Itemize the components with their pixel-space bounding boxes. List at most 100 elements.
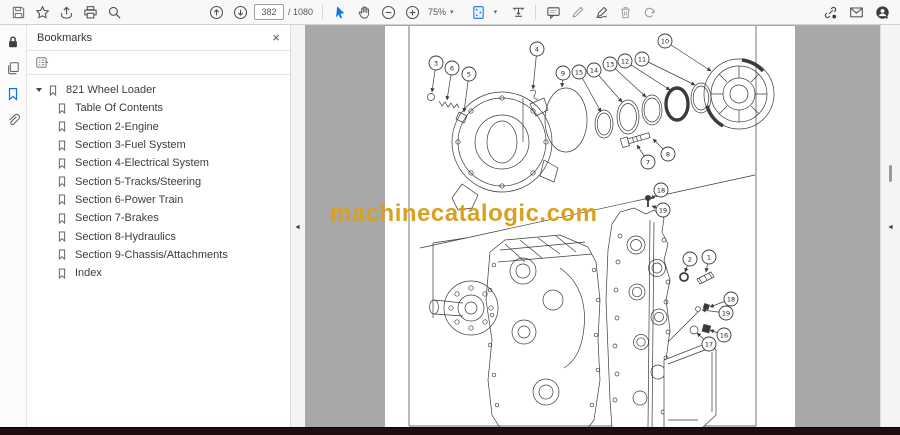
zoom-dropdown-caret-icon[interactable]: ▾: [450, 8, 454, 16]
bookmark-item[interactable]: Section 3-Fuel System: [27, 136, 290, 154]
callout-11: 11: [634, 51, 696, 86]
callout-18: 18: [650, 182, 669, 200]
callout-6: 6: [444, 60, 460, 101]
svg-text:18: 18: [727, 295, 735, 303]
svg-text:15: 15: [575, 68, 583, 76]
left-tools-rail: [0, 25, 27, 427]
vertical-scrollbar[interactable]: ◄: [880, 25, 900, 427]
callout-10: 10: [657, 33, 712, 72]
bookmarks-options-bar: [27, 51, 290, 75]
email-icon[interactable]: [849, 5, 864, 20]
callout-4: 4: [529, 41, 545, 90]
callout-18: 18: [709, 291, 739, 308]
bookmark-icon: [58, 140, 66, 151]
bookmark-icon: [58, 158, 66, 169]
bookmark-item[interactable]: 821 Wheel Loader: [27, 81, 290, 99]
bookmark-item[interactable]: Section 4-Electrical System: [27, 154, 290, 172]
redo-icon[interactable]: [642, 5, 657, 20]
svg-text:14: 14: [590, 66, 598, 74]
bookmark-item[interactable]: Section 6-Power Train: [27, 191, 290, 209]
svg-text:12: 12: [621, 57, 629, 65]
bookmarks-panel-header: Bookmarks ×: [27, 25, 290, 51]
close-panel-icon[interactable]: ×: [272, 31, 280, 44]
previous-page-icon[interactable]: [209, 5, 224, 20]
callout-1: 1: [701, 249, 717, 273]
page-display-caret-icon[interactable]: ▾: [494, 8, 498, 16]
next-page-icon[interactable]: [233, 5, 248, 20]
star-icon[interactable]: [35, 5, 50, 20]
bookmark-item[interactable]: Section 8-Hydraulics: [27, 227, 290, 245]
bookmark-icon: [58, 249, 66, 261]
svg-text:10: 10: [661, 37, 669, 45]
select-tool-icon[interactable]: [333, 5, 348, 20]
hand-tool-icon[interactable]: [357, 5, 372, 20]
chevron-down-icon[interactable]: [36, 88, 42, 93]
svg-text:17: 17: [705, 340, 713, 348]
scrollbar-thumb[interactable]: [889, 165, 892, 182]
bookmark-icon: [58, 194, 66, 206]
attachments-icon[interactable]: [6, 113, 20, 127]
bookmark-label: Table Of Contents: [75, 102, 164, 115]
zoom-level-value[interactable]: 75%: [428, 7, 446, 17]
svg-text:6: 6: [450, 64, 454, 72]
bookmark-icon: [58, 176, 66, 188]
bookmark-icon: [58, 231, 66, 243]
svg-text:4: 4: [535, 45, 539, 53]
protection-lock-icon[interactable]: [6, 35, 20, 49]
svg-text:19: 19: [659, 206, 667, 214]
right-panel-collapse-icon[interactable]: ◄: [887, 224, 894, 231]
zoom-in-icon[interactable]: [405, 5, 420, 20]
callout-5: 5: [461, 66, 477, 113]
svg-text:8: 8: [666, 150, 670, 158]
svg-text:2: 2: [688, 255, 692, 263]
bookmark-icon: [58, 213, 66, 224]
bookmark-label: Section 9-Chassis/Attachments: [75, 248, 228, 261]
search-icon[interactable]: [107, 5, 122, 20]
bookmark-label: Section 7-Brakes: [75, 212, 159, 225]
callout-7: 7: [636, 144, 656, 170]
bookmarks-panel-icon[interactable]: [6, 87, 20, 101]
bookmark-options-icon[interactable]: [36, 56, 50, 69]
delete-icon[interactable]: [618, 5, 633, 20]
bottom-edge-bar: [0, 427, 900, 435]
page-display-icon[interactable]: [471, 5, 486, 20]
bookmark-label: Section 2-Engine: [75, 120, 159, 133]
bookmark-icon: [58, 103, 66, 115]
share-link-icon[interactable]: [823, 5, 838, 20]
bookmark-item[interactable]: Index: [27, 264, 290, 282]
bookmark-item[interactable]: Section 9-Chassis/Attachments: [27, 246, 290, 264]
bookmark-item[interactable]: Section 7-Brakes: [27, 209, 290, 227]
print-icon[interactable]: [83, 5, 98, 20]
page-thumbnails-icon[interactable]: [6, 61, 20, 75]
bookmarks-panel-title: Bookmarks: [37, 31, 93, 44]
sign-icon[interactable]: [594, 5, 609, 20]
save-icon[interactable]: [11, 5, 26, 20]
bookmark-label: Section 4-Electrical System: [75, 157, 209, 170]
bookmark-icon: [58, 268, 66, 279]
callout-9: 9: [555, 65, 571, 88]
page-number-input[interactable]: 382: [254, 4, 284, 20]
pdf-viewer-window: 382 / 1080 75% ▾ ▾ Bookmarks × 821 Wheel…: [0, 0, 900, 435]
left-panel-splitter[interactable]: ◄: [290, 25, 305, 427]
bookmark-item[interactable]: Section 5-Tracks/Steering: [27, 172, 290, 190]
svg-text:9: 9: [561, 69, 565, 77]
fit-width-icon[interactable]: [511, 5, 526, 20]
svg-text:13: 13: [606, 60, 614, 68]
bookmark-label: Section 3-Fuel System: [75, 139, 186, 152]
zoom-out-icon[interactable]: [381, 5, 396, 20]
highlight-pen-icon[interactable]: [570, 5, 585, 20]
account-avatar-icon[interactable]: [875, 5, 890, 20]
bookmark-item[interactable]: Table Of Contents: [27, 99, 290, 117]
callout-8: 8: [652, 138, 676, 162]
svg-text:7: 7: [646, 158, 650, 166]
svg-text:5: 5: [467, 70, 471, 78]
collapse-panel-icon[interactable]: ◄: [294, 224, 301, 231]
callout-2: 2: [682, 251, 698, 273]
svg-text:16: 16: [720, 331, 728, 339]
bookmark-icon: [49, 85, 57, 96]
svg-text:1: 1: [707, 253, 711, 261]
comment-icon[interactable]: [546, 5, 561, 20]
share-icon[interactable]: [59, 5, 74, 20]
svg-text:11: 11: [638, 55, 646, 63]
bookmark-item[interactable]: Section 2-Engine: [27, 118, 290, 136]
